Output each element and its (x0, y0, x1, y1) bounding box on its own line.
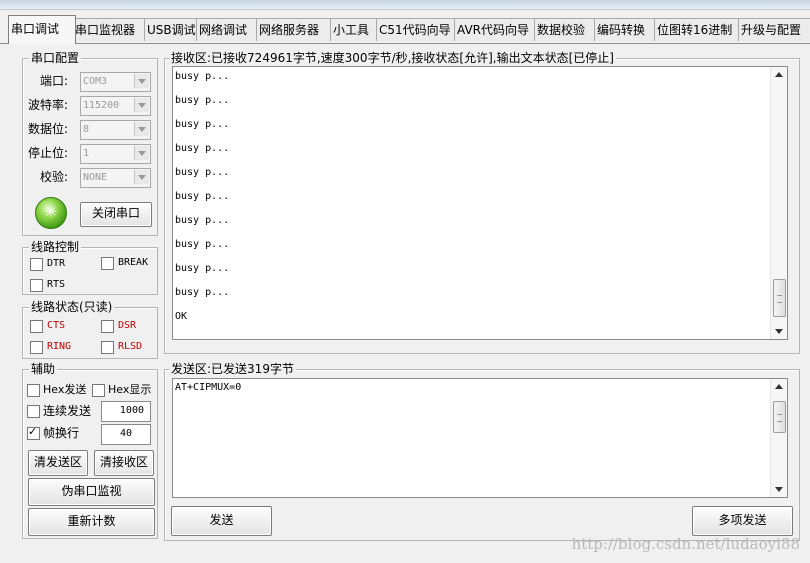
receive-line: busy p... (175, 287, 230, 298)
receive-line: busy p... (175, 95, 230, 106)
tab-bar: 串口调试 串口监视器 USB调试 网络调试 网络服务器 小工具 C51代码向导 … (4, 14, 810, 44)
scroll-up-icon[interactable] (775, 384, 783, 389)
dsr-checkbox (101, 320, 114, 333)
receive-line: busy p... (175, 263, 230, 274)
serial-config-title: 串口配置 (29, 51, 82, 66)
parity-value: NONE (83, 172, 108, 183)
chevron-down-icon[interactable] (134, 146, 149, 160)
interval-input[interactable]: 1000 (101, 401, 151, 422)
parity-select[interactable]: NONE (80, 168, 151, 188)
databits-select[interactable]: 8 (80, 120, 151, 140)
frame-value-input[interactable]: 40 (101, 424, 151, 445)
receive-scroll-thumb[interactable] (773, 279, 786, 317)
ring-checkbox (30, 341, 43, 354)
line-control-title: 线路控制 (29, 240, 82, 255)
stopbits-value: 1 (83, 148, 90, 159)
receive-line: busy p... (175, 239, 230, 250)
receive-line: OK (175, 311, 188, 322)
tab-c51-wizard[interactable]: C51代码向导 (376, 18, 458, 41)
send-textarea[interactable]: AT+CIPMUX=0 (172, 378, 788, 498)
receive-line: busy p... (175, 119, 230, 130)
clear-send-button[interactable]: 清发送区 (28, 450, 88, 476)
frame-newline-label: 帧换行 (43, 426, 80, 440)
rlsd-label: RLSD (118, 341, 143, 352)
tab-usb-debug[interactable]: USB调试 (144, 18, 200, 41)
receive-textarea[interactable]: busy p... busy p... busy p... busy p... … (172, 66, 788, 340)
scroll-down-icon[interactable] (775, 329, 783, 334)
green-led-icon: ✳ (35, 197, 67, 229)
port-select[interactable]: COM3 (80, 72, 151, 92)
scroll-up-icon[interactable] (775, 72, 783, 77)
dtr-checkbox[interactable] (30, 258, 43, 271)
tab-network-server[interactable]: 网络服务器 (256, 18, 334, 41)
tab-divider (0, 43, 810, 44)
hex-show-checkbox[interactable] (92, 384, 105, 397)
parity-label: 校验: (40, 170, 69, 184)
scroll-down-icon[interactable] (775, 487, 783, 492)
multi-send-button[interactable]: 多项发送 (692, 506, 793, 536)
frame-newline-checkbox[interactable] (27, 425, 40, 440)
dtr-label: DTR (47, 258, 66, 269)
chevron-down-icon[interactable] (134, 74, 149, 88)
frame-value: 40 (119, 428, 132, 439)
window-top-strip (0, 0, 810, 10)
close-port-button[interactable]: 关闭串口 (80, 202, 152, 227)
watermark: http://blog.csdn.net/ludaoyi88 (571, 535, 800, 553)
rlsd-checkbox (101, 341, 114, 354)
send-button[interactable]: 发送 (171, 506, 272, 536)
assist-title: 辅助 (29, 362, 58, 377)
tab-encoding[interactable]: 编码转换 (594, 18, 658, 41)
send-scroll-thumb[interactable] (773, 401, 786, 433)
hex-send-checkbox[interactable] (27, 384, 40, 397)
line-status-title: 线路状态(只读) (29, 300, 115, 315)
rts-checkbox[interactable] (30, 279, 43, 292)
tab-avr-wizard[interactable]: AVR代码向导 (454, 18, 538, 41)
receive-title: 接收区:已接收724961字节,速度300字节/秒,接收状态[允许],输出文本状… (169, 51, 616, 66)
tab-bitmap-hex[interactable]: 位图转16进制 (654, 18, 742, 41)
send-content: AT+CIPMUX=0 (175, 382, 242, 393)
port-value: COM3 (83, 76, 108, 87)
break-checkbox[interactable] (101, 257, 114, 270)
receive-line: busy p... (175, 191, 230, 202)
tab-tools[interactable]: 小工具 (330, 18, 380, 41)
cts-checkbox (30, 320, 43, 333)
ring-label: RING (47, 341, 72, 352)
receive-line: busy p... (175, 215, 230, 226)
tab-serial-debug[interactable]: 串口调试 (8, 15, 76, 44)
stopbits-select[interactable]: 1 (80, 144, 151, 164)
continuous-send-checkbox[interactable] (27, 405, 40, 418)
break-label: BREAK (118, 257, 149, 268)
receive-line: busy p... (175, 71, 230, 82)
tab-network-debug[interactable]: 网络调试 (196, 18, 260, 41)
rts-label: RTS (47, 279, 66, 290)
baud-value: 115200 (83, 100, 120, 111)
hex-send-label: Hex发送 (43, 383, 87, 396)
interval-value: 1000 (119, 405, 144, 416)
stopbits-label: 停止位: (28, 146, 69, 160)
receive-scrollbar[interactable] (770, 67, 787, 339)
chevron-down-icon[interactable] (134, 98, 149, 112)
send-scrollbar[interactable] (770, 379, 787, 497)
databits-value: 8 (83, 124, 90, 135)
receive-line: busy p... (175, 143, 230, 154)
baud-label: 波特率: (28, 98, 69, 112)
databits-label: 数据位: (28, 122, 69, 136)
continuous-send-label: 连续发送 (43, 404, 92, 418)
pseudo-monitor-button[interactable]: 伪串口监视 (28, 478, 155, 506)
chevron-down-icon[interactable] (134, 170, 149, 184)
cts-label: CTS (47, 320, 66, 331)
clear-recv-button[interactable]: 清接收区 (94, 450, 154, 476)
dsr-label: DSR (118, 320, 137, 331)
tab-serial-monitor[interactable]: 串口监视器 (72, 18, 148, 41)
send-title: 发送区:已发送319字节 (169, 362, 296, 377)
tab-checksum[interactable]: 数据校验 (534, 18, 598, 41)
tab-upgrade-config[interactable]: 升级与配置 (738, 18, 810, 41)
baud-select[interactable]: 115200 (80, 96, 151, 116)
recount-button[interactable]: 重新计数 (28, 508, 155, 536)
chevron-down-icon[interactable] (134, 122, 149, 136)
hex-show-label: Hex显示 (108, 383, 152, 396)
port-label: 端口: (40, 74, 69, 88)
receive-line: busy p... (175, 167, 230, 178)
